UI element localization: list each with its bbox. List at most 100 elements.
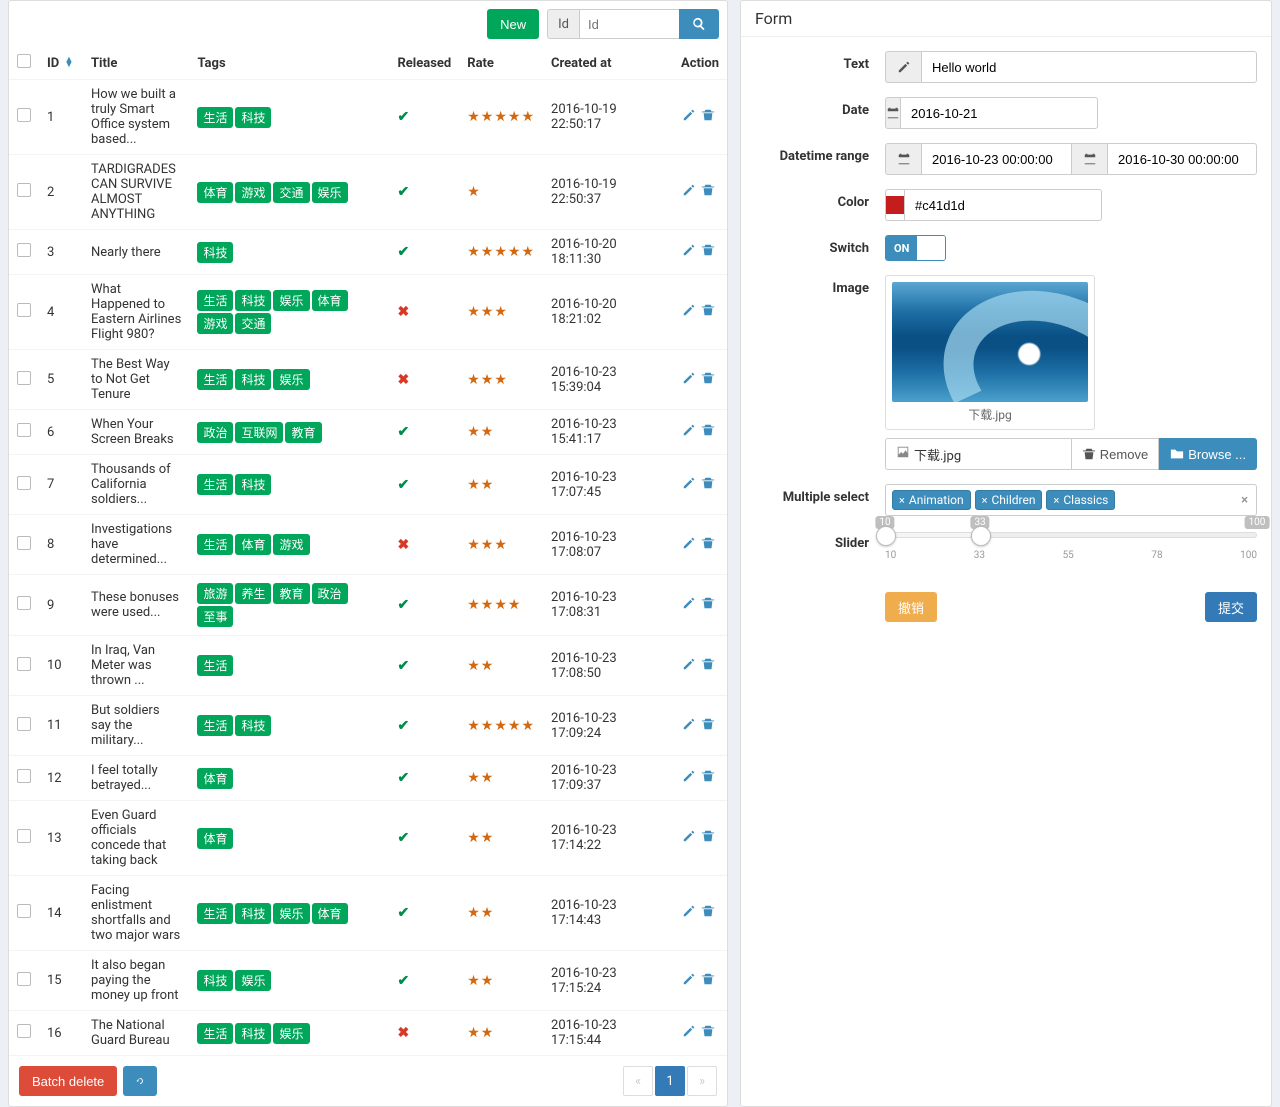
date-field[interactable] [900, 97, 1098, 129]
edit-icon[interactable] [682, 1026, 696, 1042]
check-icon: ✔ [397, 244, 409, 260]
trash-icon[interactable] [701, 906, 715, 922]
table-row: 5 The Best Way to Not Get Tenure 生活科技娱乐 … [9, 350, 727, 410]
row-checkbox[interactable] [17, 829, 31, 843]
trash-icon[interactable] [701, 538, 715, 554]
trash-icon[interactable] [701, 478, 715, 494]
row-checkbox[interactable] [17, 1024, 31, 1038]
slider-tick: 78 [1151, 550, 1162, 561]
page-prev[interactable]: « [623, 1066, 653, 1096]
cancel-button[interactable]: 撤销 [885, 592, 937, 622]
text-field[interactable] [921, 51, 1257, 83]
trash-icon[interactable] [701, 771, 715, 787]
table-row: 9 These bonuses were used... 旅游养生教育政治至事 … [9, 575, 727, 636]
slider-handle-low[interactable] [876, 526, 896, 546]
edit-icon[interactable] [682, 110, 696, 126]
row-checkbox[interactable] [17, 303, 31, 317]
row-checkbox[interactable] [17, 596, 31, 610]
tag: 科技 [235, 903, 271, 924]
new-button[interactable]: New [487, 9, 539, 39]
edit-icon[interactable] [682, 478, 696, 494]
search-button[interactable] [679, 9, 719, 39]
row-checkbox[interactable] [17, 476, 31, 490]
row-checkbox[interactable] [17, 769, 31, 783]
row-checkbox[interactable] [17, 108, 31, 122]
edit-icon[interactable] [682, 185, 696, 201]
edit-icon[interactable] [682, 425, 696, 441]
submit-button[interactable]: 提交 [1205, 592, 1257, 622]
edit-icon[interactable] [682, 538, 696, 554]
cell-created: 2016-10-23 17:14:22 [543, 801, 673, 876]
trash-icon[interactable] [701, 110, 715, 126]
remove-tag-icon[interactable]: × [899, 494, 905, 507]
trash-icon[interactable] [701, 1026, 715, 1042]
color-swatch[interactable] [885, 189, 904, 221]
cell-id: 16 [39, 1011, 83, 1056]
switch-toggle[interactable]: ON [885, 235, 946, 261]
cell-released: ✔ [389, 696, 459, 756]
edit-icon[interactable] [682, 245, 696, 261]
cell-title: Investigations have determined... [83, 515, 189, 575]
search-icon [692, 17, 706, 31]
page-current[interactable]: 1 [655, 1066, 685, 1096]
row-checkbox[interactable] [17, 904, 31, 918]
batch-delete-button[interactable]: Batch delete [19, 1066, 117, 1096]
row-checkbox[interactable] [17, 536, 31, 550]
multiselect-tag[interactable]: × Classics [1046, 490, 1115, 510]
edit-icon[interactable] [682, 771, 696, 787]
row-checkbox[interactable] [17, 972, 31, 986]
cell-id: 15 [39, 951, 83, 1011]
remove-tag-icon[interactable]: × [982, 494, 988, 507]
grid-footer: Batch delete « 1 » [9, 1056, 727, 1106]
trash-icon[interactable] [701, 719, 715, 735]
row-checkbox[interactable] [17, 243, 31, 257]
slider[interactable]: 10 33 100 10335578100 [885, 530, 1257, 578]
x-icon: ✖ [397, 537, 409, 553]
edit-icon[interactable] [682, 305, 696, 321]
label-image: Image [755, 275, 885, 296]
slider-tick: 100 [1240, 550, 1257, 561]
trash-icon[interactable] [701, 305, 715, 321]
edit-icon[interactable] [682, 598, 696, 614]
datetime-to-field[interactable] [1107, 143, 1257, 175]
image-thumb [892, 282, 1088, 402]
cell-title: TARDIGRADES CAN SURVIVE ALMOST ANYTHING [83, 155, 189, 230]
col-id[interactable]: ID ▲▼ [39, 47, 83, 80]
grid-panel: New Id ID ▲▼ Title Tags Released [8, 0, 728, 1107]
edit-icon[interactable] [682, 373, 696, 389]
color-field[interactable] [904, 189, 1102, 221]
trash-icon[interactable] [701, 659, 715, 675]
slider-handle-high[interactable] [971, 526, 991, 546]
trash-icon[interactable] [701, 245, 715, 261]
edit-icon[interactable] [682, 719, 696, 735]
row-checkbox[interactable] [17, 657, 31, 671]
select-all-checkbox[interactable] [17, 54, 31, 68]
row-checkbox[interactable] [17, 371, 31, 385]
remove-button[interactable]: Remove [1072, 438, 1159, 470]
id-input[interactable] [580, 9, 680, 39]
edit-icon[interactable] [682, 906, 696, 922]
browse-button[interactable]: Browse ... [1159, 438, 1257, 470]
file-name: 下载.jpg [885, 438, 1072, 470]
refresh-button[interactable] [123, 1066, 157, 1096]
edit-icon[interactable] [682, 974, 696, 990]
trash-icon[interactable] [701, 974, 715, 990]
trash-icon[interactable] [701, 425, 715, 441]
trash-icon[interactable] [701, 185, 715, 201]
row-checkbox[interactable] [17, 423, 31, 437]
cell-rate: ★★★★★ [459, 230, 543, 275]
datetime-from-field[interactable] [921, 143, 1071, 175]
row-checkbox[interactable] [17, 717, 31, 731]
trash-icon[interactable] [701, 598, 715, 614]
row-checkbox[interactable] [17, 183, 31, 197]
multiselect[interactable]: × Animation× Children× Classics× [885, 484, 1257, 516]
trash-icon[interactable] [701, 831, 715, 847]
multiselect-tag[interactable]: × Children [975, 490, 1043, 510]
edit-icon[interactable] [682, 659, 696, 675]
clear-icon[interactable]: × [1241, 493, 1248, 508]
trash-icon[interactable] [701, 373, 715, 389]
multiselect-tag[interactable]: × Animation [892, 490, 971, 510]
edit-icon[interactable] [682, 831, 696, 847]
page-next[interactable]: » [687, 1066, 717, 1096]
remove-tag-icon[interactable]: × [1053, 494, 1059, 507]
